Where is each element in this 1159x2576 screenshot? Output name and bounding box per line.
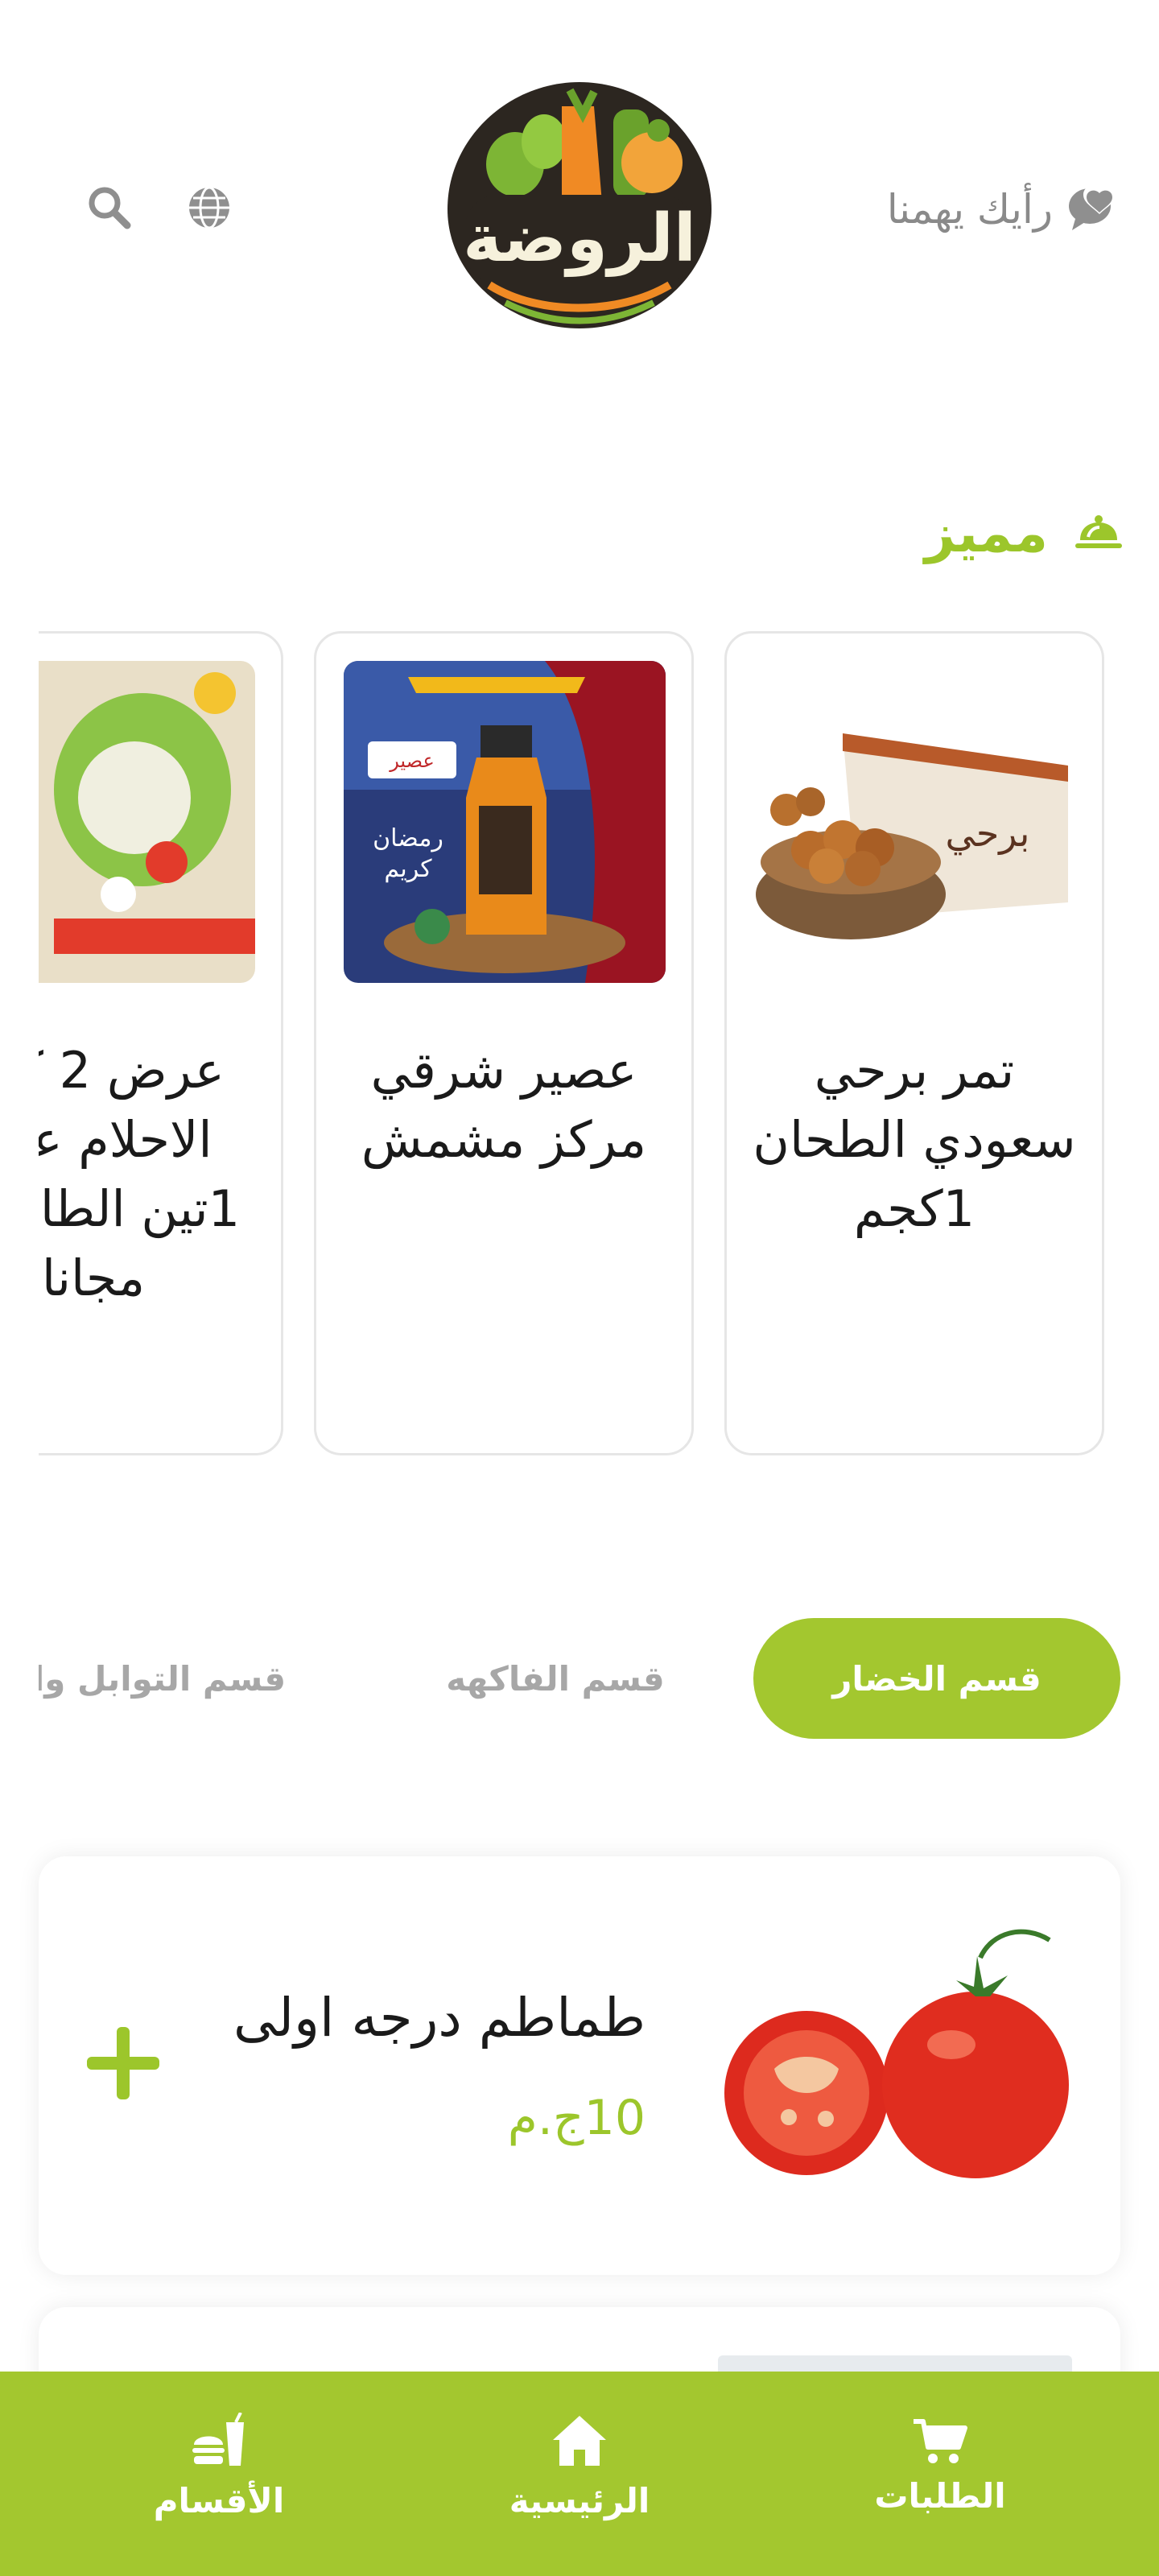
featured-card[interactable]: برحي تمر برحي سعودي الطحان 1كجم [724,631,1104,1455]
nav-home[interactable]: الرئيسية [459,2372,700,2576]
feedback-button[interactable]: رأيك يهمنا [887,184,1120,235]
featured-item-title: تمر برحي سعودي الطحان 1كجم [753,1041,1076,1238]
home-icon [549,2410,610,2471]
category-tabs[interactable]: قسم الخضار قسم الفاكهه قسم التوابل وا [39,1618,1120,1739]
featured-item-title: عصير شرقي مركز مشمش [361,1041,647,1169]
svg-text:كريم: كريم [384,855,432,883]
chat-heart-icon [1067,184,1120,235]
nav-home-label: الرئيسية [509,2481,650,2520]
cloche-icon [1075,514,1122,553]
nav-orders[interactable]: الطلبات [819,2372,1061,2576]
svg-text:رمضان: رمضان [373,824,443,852]
svg-text:عصير: عصير [389,749,435,772]
svg-text:الروضة: الروضة [463,200,696,278]
add-to-cart-button[interactable] [87,2027,159,2099]
feedback-label: رأيك يهمنا [886,186,1053,233]
app-header: رأيك يهمنا الروضة [0,0,1159,354]
featured-item-title: عرض 2 كيلو الاحلام على 1تين الطاحون مجان… [39,1041,241,1307]
brand-logo: الروضة [441,74,718,335]
tab-spices[interactable]: قسم التوابل وا [39,1618,320,1739]
tab-fruits[interactable]: قسم الفاكهه [406,1618,705,1739]
tab-vegetables[interactable]: قسم الخضار [753,1618,1120,1739]
globe-icon[interactable] [185,184,233,232]
nav-categories[interactable]: الأقسام [98,2372,340,2576]
featured-card[interactable]: عرض 2 كيلو الاحلام على 1تين الطاحون مجان… [39,631,283,1455]
search-icon[interactable] [85,184,134,232]
featured-card[interactable]: عصير رمضان كريم عصير شرقي مركز مشمش [314,631,694,1455]
featured-carousel[interactable]: برحي تمر برحي سعودي الطحان 1كجم عصير رمض… [39,631,1120,1460]
offer-flyer-image [39,661,255,983]
bottom-nav: الطلبات الرئيسية الأقسام [0,2372,1159,2576]
featured-section-title: مميز [925,502,1122,564]
apricot-juice-image: عصير رمضان كريم [344,661,666,983]
tomato-image [718,1908,1072,2227]
product-name: طماطم درجه اولى [233,1987,645,2049]
barhi-dates-image: برحي [754,661,1076,983]
featured-title: مميز [924,502,1048,564]
product-price: 10ج.م [507,2090,645,2146]
nav-categories-label: الأقسام [153,2481,285,2520]
svg-text:برحي: برحي [946,811,1030,856]
fast-food-icon [188,2410,250,2471]
cart-icon [912,2418,968,2467]
nav-orders-label: الطلبات [874,2476,1006,2516]
product-card[interactable]: طماطم درجه اولى 10ج.م [39,1856,1120,2275]
